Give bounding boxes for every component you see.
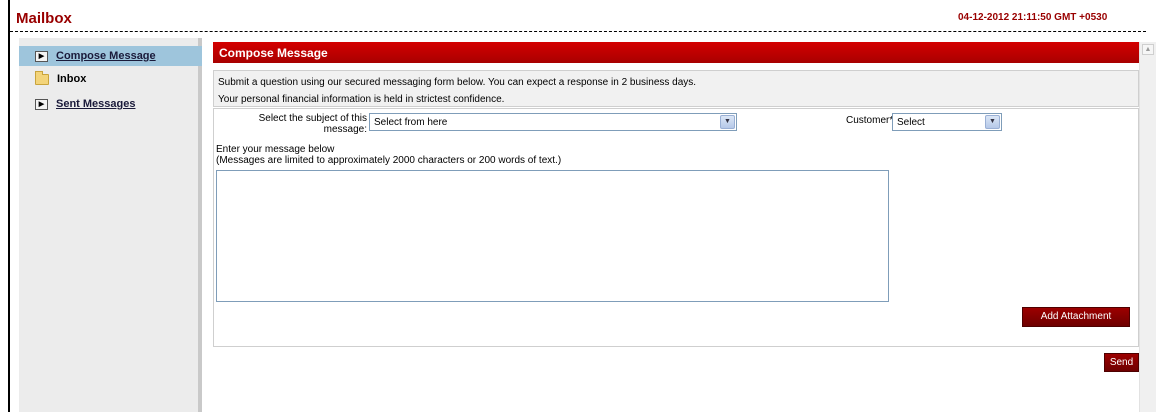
message-hint-line: (Messages are limited to approximately 2… xyxy=(216,155,562,166)
customer-select-value: Select xyxy=(897,117,925,128)
sidebar-item-compose-message[interactable]: ▶ Compose Message xyxy=(19,46,202,66)
sidebar-item-label[interactable]: Sent Messages xyxy=(56,98,135,110)
folder-icon xyxy=(35,70,49,85)
scroll-up-icon[interactable]: ▲ xyxy=(1142,44,1154,55)
subject-select[interactable]: Select from here ▼ xyxy=(369,113,737,131)
vertical-scrollbar[interactable]: ▲ xyxy=(1139,42,1156,412)
send-button[interactable]: Send xyxy=(1104,353,1139,372)
sidebar-item-sent-messages[interactable]: ▶ Sent Messages xyxy=(19,94,202,114)
add-attachment-button[interactable]: Add Attachment xyxy=(1022,307,1130,327)
chevron-down-icon[interactable]: ▼ xyxy=(720,115,735,129)
sidebar-item-label[interactable]: Inbox xyxy=(57,73,86,85)
info-box: Submit a question using our secured mess… xyxy=(213,70,1139,107)
message-textarea[interactable] xyxy=(216,170,889,302)
customer-label: Customer*: xyxy=(846,115,897,126)
chevron-down-icon[interactable]: ▼ xyxy=(985,115,1000,129)
sidebar-item-inbox[interactable]: Inbox xyxy=(19,69,202,89)
message-hint-line: Enter your message below xyxy=(216,144,335,155)
compose-header: Compose Message xyxy=(213,42,1139,63)
subject-label-line: message: xyxy=(323,124,367,135)
app-title: Mailbox xyxy=(16,10,72,27)
customer-select[interactable]: Select ▼ xyxy=(892,113,1002,131)
subject-select-value: Select from here xyxy=(374,117,448,128)
timestamp: 04-12-2012 21:11:50 GMT +0530 xyxy=(958,12,1108,23)
header-divider xyxy=(10,31,1146,32)
message-hint: Enter your message below (Messages are l… xyxy=(216,144,561,166)
info-text-confidence: Your personal financial information is h… xyxy=(218,94,505,105)
triangle-right-icon: ▶ xyxy=(35,50,48,62)
subject-label: Select the subject of this message: xyxy=(253,113,367,135)
subject-label-line: Select the subject of this xyxy=(258,113,367,124)
sidebar: ▶ Compose Message Inbox ▶ Sent Messages xyxy=(19,38,202,412)
info-text-response: Submit a question using our secured mess… xyxy=(218,77,697,88)
triangle-right-icon: ▶ xyxy=(35,98,48,110)
sidebar-item-label[interactable]: Compose Message xyxy=(56,50,156,62)
